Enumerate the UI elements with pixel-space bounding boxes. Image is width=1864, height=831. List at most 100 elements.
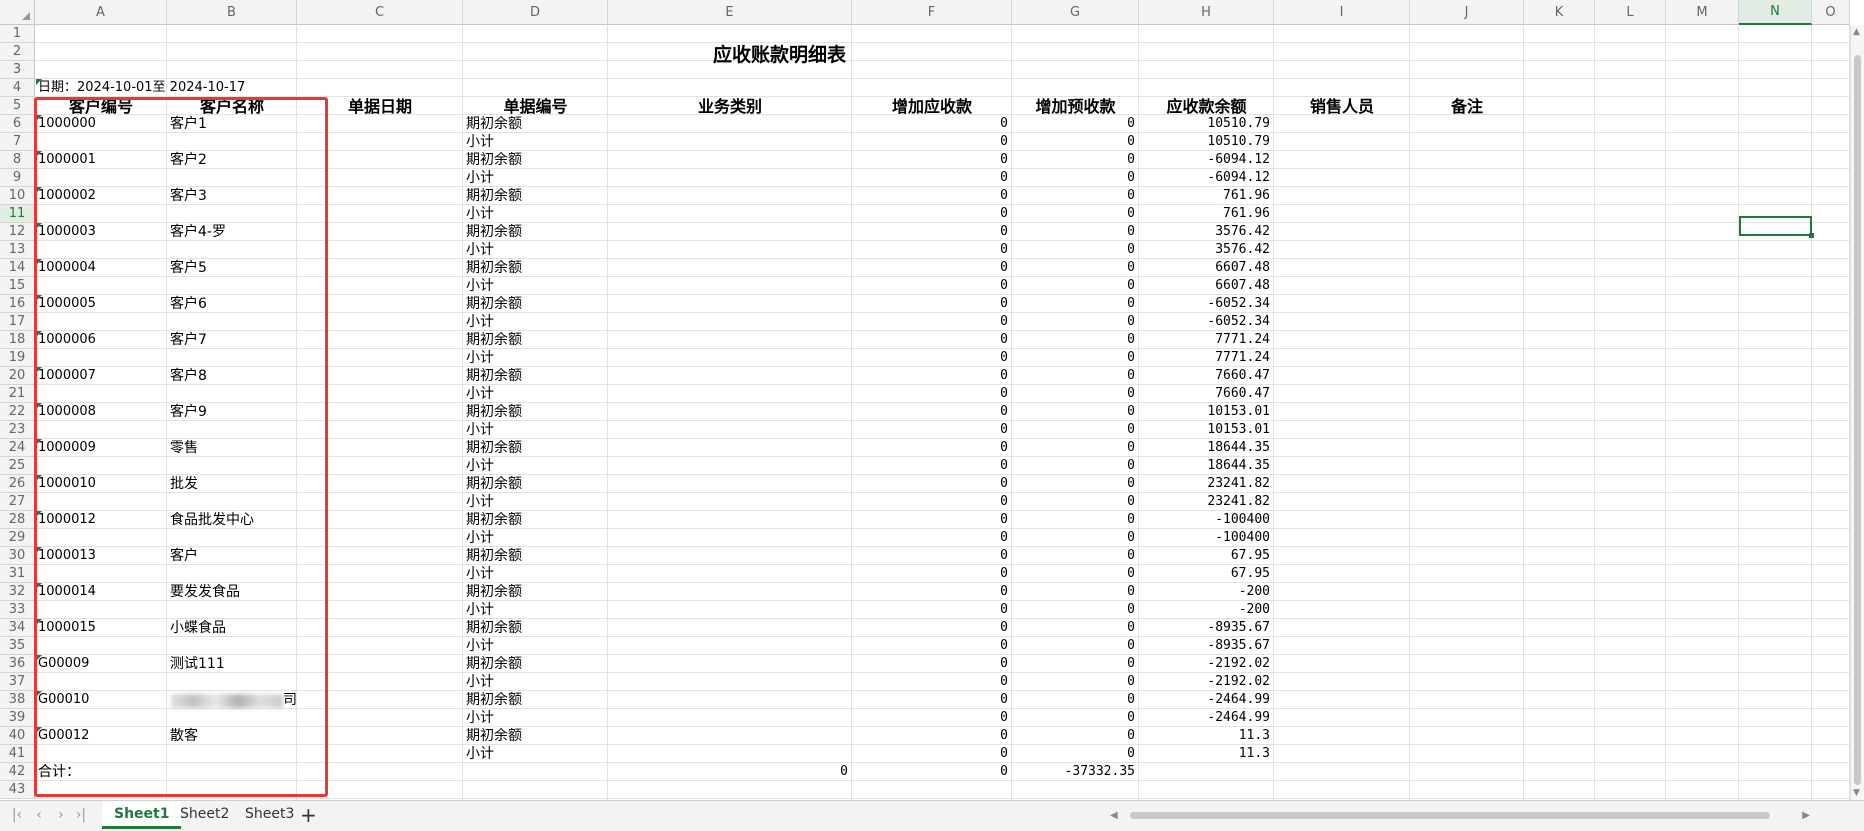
column-header-f[interactable]: F	[852, 0, 1012, 25]
cell-marker	[36, 547, 42, 553]
column-title: 客户编号	[68, 97, 133, 116]
row-header[interactable]: 24	[0, 439, 35, 457]
row-header[interactable]: 34	[0, 619, 35, 637]
row-header[interactable]: 17	[0, 313, 35, 331]
horizontal-scrollbar[interactable]: ◀ ▶	[1110, 810, 1810, 821]
row-header[interactable]: 11	[0, 205, 35, 223]
subtotal-label: 小计	[466, 566, 494, 582]
column-header-o[interactable]: O	[1812, 0, 1850, 25]
row-header[interactable]: 16	[0, 295, 35, 313]
increase-receivable: 0	[1000, 134, 1008, 149]
row-header[interactable]: 28	[0, 511, 35, 529]
column-header-j[interactable]: J	[1410, 0, 1524, 25]
scroll-right-icon[interactable]: ▶	[1802, 810, 1810, 821]
column-header-h[interactable]: H	[1139, 0, 1274, 25]
select-all-corner[interactable]	[0, 0, 35, 25]
vertical-scroll-thumb[interactable]	[1854, 55, 1861, 785]
active-cell-n11[interactable]	[1739, 216, 1814, 238]
column-header-k[interactable]: K	[1524, 0, 1595, 25]
row-header[interactable]: 36	[0, 655, 35, 673]
increase-prepayment: 0	[1127, 548, 1135, 563]
row-header[interactable]: 29	[0, 529, 35, 547]
subtotal-label: 小计	[466, 494, 494, 510]
row-header[interactable]: 41	[0, 745, 35, 763]
increase-prepayment: 0	[1127, 530, 1135, 545]
column-header-g[interactable]: G	[1012, 0, 1139, 25]
row-header[interactable]: 33	[0, 601, 35, 619]
opening-balance-label: 期初余额	[466, 656, 522, 672]
increase-receivable: 0	[1000, 656, 1008, 671]
subtotal-label: 小计	[466, 602, 494, 618]
scroll-down-icon[interactable]: ▼	[1853, 788, 1860, 798]
receivable-balance: -2192.02	[1207, 656, 1270, 671]
row-header[interactable]: 9	[0, 169, 35, 187]
cell-marker	[36, 619, 42, 625]
row-header[interactable]: 18	[0, 331, 35, 349]
row-header[interactable]: 12	[0, 223, 35, 241]
customer-name: 客户	[170, 548, 198, 564]
row-header[interactable]: 23	[0, 421, 35, 439]
column-header-n[interactable]: N	[1739, 0, 1812, 25]
receivable-balance: 18644.35	[1207, 458, 1270, 473]
row-header[interactable]: 19	[0, 349, 35, 367]
row-header[interactable]: 3	[0, 61, 35, 79]
row-header[interactable]: 25	[0, 457, 35, 475]
row-header[interactable]: 4	[0, 79, 35, 97]
grid-col-line	[1011, 25, 1012, 800]
row-header[interactable]: 15	[0, 277, 35, 295]
column-header-e[interactable]: E	[608, 0, 852, 25]
row-header[interactable]: 5	[0, 97, 35, 115]
customer-code: 1000010	[38, 476, 96, 491]
first-sheet-icon[interactable]: |‹	[8, 807, 26, 823]
opening-balance-label: 期初余额	[466, 548, 522, 564]
add-sheet-icon[interactable]: +	[300, 803, 317, 827]
row-header[interactable]: 30	[0, 547, 35, 565]
row-header[interactable]: 27	[0, 493, 35, 511]
prev-sheet-icon[interactable]: ‹	[30, 807, 48, 823]
row-header[interactable]: 7	[0, 133, 35, 151]
horizontal-scroll-thumb[interactable]	[1130, 812, 1770, 819]
row-header[interactable]: 32	[0, 583, 35, 601]
sheet-tab-bar: |‹ ‹ › ›| Sheet1 Sheet2 Sheet3 + ◀ ▶	[0, 800, 1864, 831]
row-header[interactable]: 21	[0, 385, 35, 403]
sheet-tab-sheet2[interactable]: Sheet2	[168, 801, 241, 829]
row-header[interactable]: 35	[0, 637, 35, 655]
row-header[interactable]: 8	[0, 151, 35, 169]
scroll-up-icon[interactable]: ▲	[1853, 27, 1860, 37]
row-header[interactable]: 1	[0, 25, 35, 43]
row-header[interactable]: 40	[0, 727, 35, 745]
row-header[interactable]: 14	[0, 259, 35, 277]
column-header-l[interactable]: L	[1595, 0, 1666, 25]
column-header-d[interactable]: D	[463, 0, 608, 25]
row-header[interactable]: 10	[0, 187, 35, 205]
row-header[interactable]: 37	[0, 673, 35, 691]
row-header[interactable]: 26	[0, 475, 35, 493]
row-header[interactable]: 2	[0, 43, 35, 61]
row-header[interactable]: 6	[0, 115, 35, 133]
column-header-b[interactable]: B	[167, 0, 297, 25]
row-header[interactable]: 22	[0, 403, 35, 421]
increase-receivable: 0	[1000, 206, 1008, 221]
increase-receivable: 0	[1000, 314, 1008, 329]
increase-receivable: 0	[1000, 602, 1008, 617]
column-header-i[interactable]: I	[1274, 0, 1410, 25]
row-header[interactable]: 39	[0, 709, 35, 727]
spreadsheet-grid[interactable]: A B C D E F G H I J K L M N O 1 2 3 4 5 6 7 8 9 10 11 12 13 14 15 16 17…	[0, 0, 1864, 800]
customer-name: 客户9	[170, 404, 207, 420]
row-header[interactable]: 13	[0, 241, 35, 259]
column-header-m[interactable]: M	[1666, 0, 1739, 25]
opening-balance-label: 期初余额	[466, 404, 522, 420]
cell-marker	[36, 187, 42, 193]
row-header[interactable]: 38	[0, 691, 35, 709]
last-sheet-icon[interactable]: ›|	[72, 807, 90, 823]
next-sheet-icon[interactable]: ›	[52, 807, 70, 823]
column-header-c[interactable]: C	[297, 0, 463, 25]
scroll-left-icon[interactable]: ◀	[1110, 810, 1118, 821]
sheet-tab-sheet3[interactable]: Sheet3	[233, 801, 306, 829]
row-header[interactable]: 31	[0, 565, 35, 583]
column-header-a[interactable]: A	[35, 0, 167, 25]
vertical-scrollbar[interactable]: ▲ ▼	[1850, 25, 1864, 800]
row-header[interactable]: 42	[0, 763, 35, 781]
row-header[interactable]: 20	[0, 367, 35, 385]
row-header[interactable]: 43	[0, 781, 35, 799]
